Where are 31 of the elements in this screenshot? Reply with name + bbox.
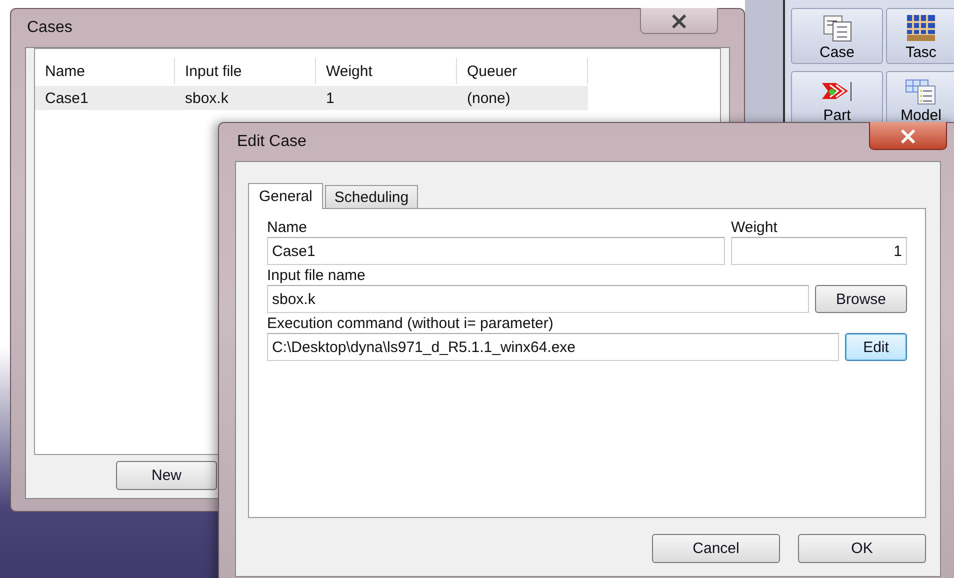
table-cell-text: 1: [325, 88, 336, 108]
table-row[interactable]: Case1 sbox.k 1 (none): [35, 86, 588, 110]
tab[interactable]: General: [248, 183, 324, 209]
column-header[interactable]: Weight: [316, 58, 457, 84]
column-header[interactable]: Name: [35, 58, 175, 84]
new-button[interactable]: New: [116, 461, 217, 490]
table-cell-text: (none): [466, 88, 512, 108]
column-header[interactable]: Queuer: [457, 58, 588, 84]
toolbar-button[interactable]: Tasc: [886, 8, 954, 64]
side-button[interactable]: Edit: [845, 333, 907, 361]
table-cell-text: sbox.k: [184, 88, 230, 108]
grid-icon: [904, 14, 938, 42]
tab[interactable]: Scheduling: [325, 185, 418, 208]
text-field[interactable]: sbox.k: [267, 285, 809, 313]
table-list-icon: [904, 76, 938, 104]
text-field[interactable]: 1: [731, 237, 907, 265]
side-button[interactable]: Browse: [815, 285, 907, 313]
field-label: Execution command (without i= parameter): [267, 315, 554, 332]
field-label: Name: [267, 219, 308, 236]
window-title: Edit Case: [236, 133, 306, 151]
column-header[interactable]: Input file: [175, 58, 316, 84]
dialog-button[interactable]: Cancel: [652, 534, 780, 563]
window-title: Cases: [26, 19, 72, 37]
text-field[interactable]: C:\Desktop\dyna\ls971_d_R5.1.1_winx64.exe: [267, 333, 839, 361]
table-cell-text: Case1: [44, 88, 90, 108]
dialog-button[interactable]: OK: [798, 534, 926, 563]
close-button[interactable]: ×: [640, 8, 718, 34]
text-field[interactable]: Case1: [267, 237, 725, 265]
toolbar-button[interactable]: Case: [791, 8, 883, 64]
field-label: Weight: [731, 219, 778, 236]
field-label: Input file name: [267, 267, 366, 284]
